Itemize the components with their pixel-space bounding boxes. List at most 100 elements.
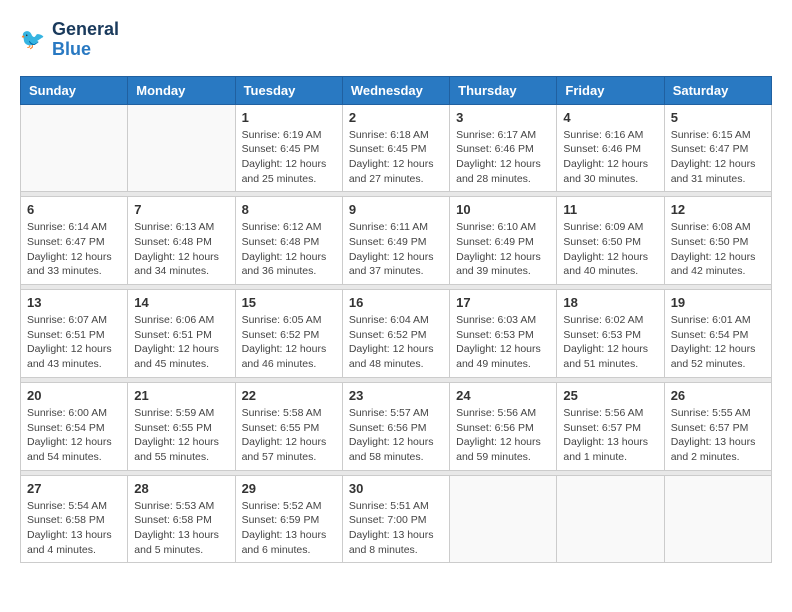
day-cell xyxy=(664,475,771,563)
day-cell: 7 Sunrise: 6:13 AM Sunset: 6:48 PM Daylig… xyxy=(128,197,235,285)
day-cell xyxy=(450,475,557,563)
weekday-header-row: SundayMondayTuesdayWednesdayThursdayFrid… xyxy=(21,76,772,104)
day-number: 9 xyxy=(349,202,443,217)
day-number: 21 xyxy=(134,388,228,403)
day-cell: 9 Sunrise: 6:11 AM Sunset: 6:49 PM Daylig… xyxy=(342,197,449,285)
day-cell: 22 Sunrise: 5:58 AM Sunset: 6:55 PM Dayli… xyxy=(235,382,342,470)
week-row-4: 20 Sunrise: 6:00 AM Sunset: 6:54 PM Dayli… xyxy=(21,382,772,470)
day-cell: 6 Sunrise: 6:14 AM Sunset: 6:47 PM Daylig… xyxy=(21,197,128,285)
day-number: 23 xyxy=(349,388,443,403)
day-number: 4 xyxy=(563,110,657,125)
day-info: Sunrise: 6:02 AM Sunset: 6:53 PM Dayligh… xyxy=(563,313,657,372)
weekday-header-monday: Monday xyxy=(128,76,235,104)
day-number: 27 xyxy=(27,481,121,496)
day-number: 25 xyxy=(563,388,657,403)
day-info: Sunrise: 6:01 AM Sunset: 6:54 PM Dayligh… xyxy=(671,313,765,372)
day-info: Sunrise: 5:59 AM Sunset: 6:55 PM Dayligh… xyxy=(134,406,228,465)
day-info: Sunrise: 6:14 AM Sunset: 6:47 PM Dayligh… xyxy=(27,220,121,279)
day-cell: 15 Sunrise: 6:05 AM Sunset: 6:52 PM Dayli… xyxy=(235,290,342,378)
day-info: Sunrise: 6:08 AM Sunset: 6:50 PM Dayligh… xyxy=(671,220,765,279)
day-cell: 14 Sunrise: 6:06 AM Sunset: 6:51 PM Dayli… xyxy=(128,290,235,378)
day-cell: 29 Sunrise: 5:52 AM Sunset: 6:59 PM Dayli… xyxy=(235,475,342,563)
day-cell: 13Sunrise: 6:07 AM Sunset: 6:51 PM Dayli… xyxy=(21,290,128,378)
week-row-1: 1 Sunrise: 6:19 AM Sunset: 6:45 PM Daylig… xyxy=(21,104,772,192)
day-cell: 26Sunrise: 5:55 AM Sunset: 6:57 PM Dayli… xyxy=(664,382,771,470)
day-number: 2 xyxy=(349,110,443,125)
day-info: Sunrise: 6:03 AM Sunset: 6:53 PM Dayligh… xyxy=(456,313,550,372)
day-info: Sunrise: 6:11 AM Sunset: 6:49 PM Dayligh… xyxy=(349,220,443,279)
day-number: 16 xyxy=(349,295,443,310)
day-cell: 3 Sunrise: 6:17 AM Sunset: 6:46 PM Daylig… xyxy=(450,104,557,192)
day-number: 6 xyxy=(27,202,121,217)
logo: 🐦 General Blue xyxy=(20,20,119,60)
day-number: 10 xyxy=(456,202,550,217)
day-info: Sunrise: 6:10 AM Sunset: 6:49 PM Dayligh… xyxy=(456,220,550,279)
day-info: Sunrise: 6:15 AM Sunset: 6:47 PM Dayligh… xyxy=(671,128,765,187)
day-info: Sunrise: 5:57 AM Sunset: 6:56 PM Dayligh… xyxy=(349,406,443,465)
day-info: Sunrise: 5:54 AM Sunset: 6:58 PM Dayligh… xyxy=(27,499,121,558)
day-number: 28 xyxy=(134,481,228,496)
day-cell: 24Sunrise: 5:56 AM Sunset: 6:56 PM Dayli… xyxy=(450,382,557,470)
page-header: 🐦 General Blue xyxy=(20,20,772,60)
day-number: 17 xyxy=(456,295,550,310)
day-cell: 12 Sunrise: 6:08 AM Sunset: 6:50 PM Dayli… xyxy=(664,197,771,285)
day-cell xyxy=(557,475,664,563)
day-info: Sunrise: 6:19 AM Sunset: 6:45 PM Dayligh… xyxy=(242,128,336,187)
weekday-header-sunday: Sunday xyxy=(21,76,128,104)
day-info: Sunrise: 6:13 AM Sunset: 6:48 PM Dayligh… xyxy=(134,220,228,279)
day-info: Sunrise: 6:16 AM Sunset: 6:46 PM Dayligh… xyxy=(563,128,657,187)
week-row-3: 13Sunrise: 6:07 AM Sunset: 6:51 PM Dayli… xyxy=(21,290,772,378)
week-row-2: 6 Sunrise: 6:14 AM Sunset: 6:47 PM Daylig… xyxy=(21,197,772,285)
logo-icon: 🐦 xyxy=(20,26,48,54)
day-cell xyxy=(21,104,128,192)
day-number: 18 xyxy=(563,295,657,310)
day-info: Sunrise: 6:00 AM Sunset: 6:54 PM Dayligh… xyxy=(27,406,121,465)
day-number: 1 xyxy=(242,110,336,125)
day-number: 30 xyxy=(349,481,443,496)
day-number: 3 xyxy=(456,110,550,125)
day-info: Sunrise: 6:07 AM Sunset: 6:51 PM Dayligh… xyxy=(27,313,121,372)
day-number: 29 xyxy=(242,481,336,496)
day-cell: 5 Sunrise: 6:15 AM Sunset: 6:47 PM Daylig… xyxy=(664,104,771,192)
week-row-5: 27 Sunrise: 5:54 AM Sunset: 6:58 PM Dayli… xyxy=(21,475,772,563)
day-number: 15 xyxy=(242,295,336,310)
day-info: Sunrise: 5:56 AM Sunset: 6:56 PM Dayligh… xyxy=(456,406,550,465)
day-number: 20 xyxy=(27,388,121,403)
day-cell: 20 Sunrise: 6:00 AM Sunset: 6:54 PM Dayli… xyxy=(21,382,128,470)
weekday-header-saturday: Saturday xyxy=(664,76,771,104)
day-cell: 19 Sunrise: 6:01 AM Sunset: 6:54 PM Dayli… xyxy=(664,290,771,378)
day-cell: 17 Sunrise: 6:03 AM Sunset: 6:53 PM Dayli… xyxy=(450,290,557,378)
day-cell: 25Sunrise: 5:56 AM Sunset: 6:57 PM Dayli… xyxy=(557,382,664,470)
day-cell: 8Sunrise: 6:12 AM Sunset: 6:48 PM Daylig… xyxy=(235,197,342,285)
day-cell: 18 Sunrise: 6:02 AM Sunset: 6:53 PM Dayli… xyxy=(557,290,664,378)
day-number: 7 xyxy=(134,202,228,217)
weekday-header-tuesday: Tuesday xyxy=(235,76,342,104)
day-number: 14 xyxy=(134,295,228,310)
day-info: Sunrise: 5:52 AM Sunset: 6:59 PM Dayligh… xyxy=(242,499,336,558)
day-number: 26 xyxy=(671,388,765,403)
day-cell: 16 Sunrise: 6:04 AM Sunset: 6:52 PM Dayli… xyxy=(342,290,449,378)
day-info: Sunrise: 5:53 AM Sunset: 6:58 PM Dayligh… xyxy=(134,499,228,558)
day-cell: 21 Sunrise: 5:59 AM Sunset: 6:55 PM Dayli… xyxy=(128,382,235,470)
day-number: 12 xyxy=(671,202,765,217)
day-cell: 10 Sunrise: 6:10 AM Sunset: 6:49 PM Dayli… xyxy=(450,197,557,285)
day-info: Sunrise: 6:04 AM Sunset: 6:52 PM Dayligh… xyxy=(349,313,443,372)
day-info: Sunrise: 6:12 AM Sunset: 6:48 PM Dayligh… xyxy=(242,220,336,279)
day-cell: 2 Sunrise: 6:18 AM Sunset: 6:45 PM Daylig… xyxy=(342,104,449,192)
day-info: Sunrise: 5:51 AM Sunset: 7:00 PM Dayligh… xyxy=(349,499,443,558)
weekday-header-wednesday: Wednesday xyxy=(342,76,449,104)
day-number: 19 xyxy=(671,295,765,310)
calendar-table: SundayMondayTuesdayWednesdayThursdayFrid… xyxy=(20,76,772,564)
day-number: 11 xyxy=(563,202,657,217)
day-cell xyxy=(128,104,235,192)
day-cell: 30 Sunrise: 5:51 AM Sunset: 7:00 PM Dayli… xyxy=(342,475,449,563)
day-info: Sunrise: 6:17 AM Sunset: 6:46 PM Dayligh… xyxy=(456,128,550,187)
logo-text: General Blue xyxy=(52,20,119,60)
svg-text:🐦: 🐦 xyxy=(20,29,45,51)
day-number: 5 xyxy=(671,110,765,125)
day-info: Sunrise: 6:18 AM Sunset: 6:45 PM Dayligh… xyxy=(349,128,443,187)
day-number: 22 xyxy=(242,388,336,403)
day-info: Sunrise: 6:06 AM Sunset: 6:51 PM Dayligh… xyxy=(134,313,228,372)
day-info: Sunrise: 6:05 AM Sunset: 6:52 PM Dayligh… xyxy=(242,313,336,372)
day-info: Sunrise: 5:58 AM Sunset: 6:55 PM Dayligh… xyxy=(242,406,336,465)
